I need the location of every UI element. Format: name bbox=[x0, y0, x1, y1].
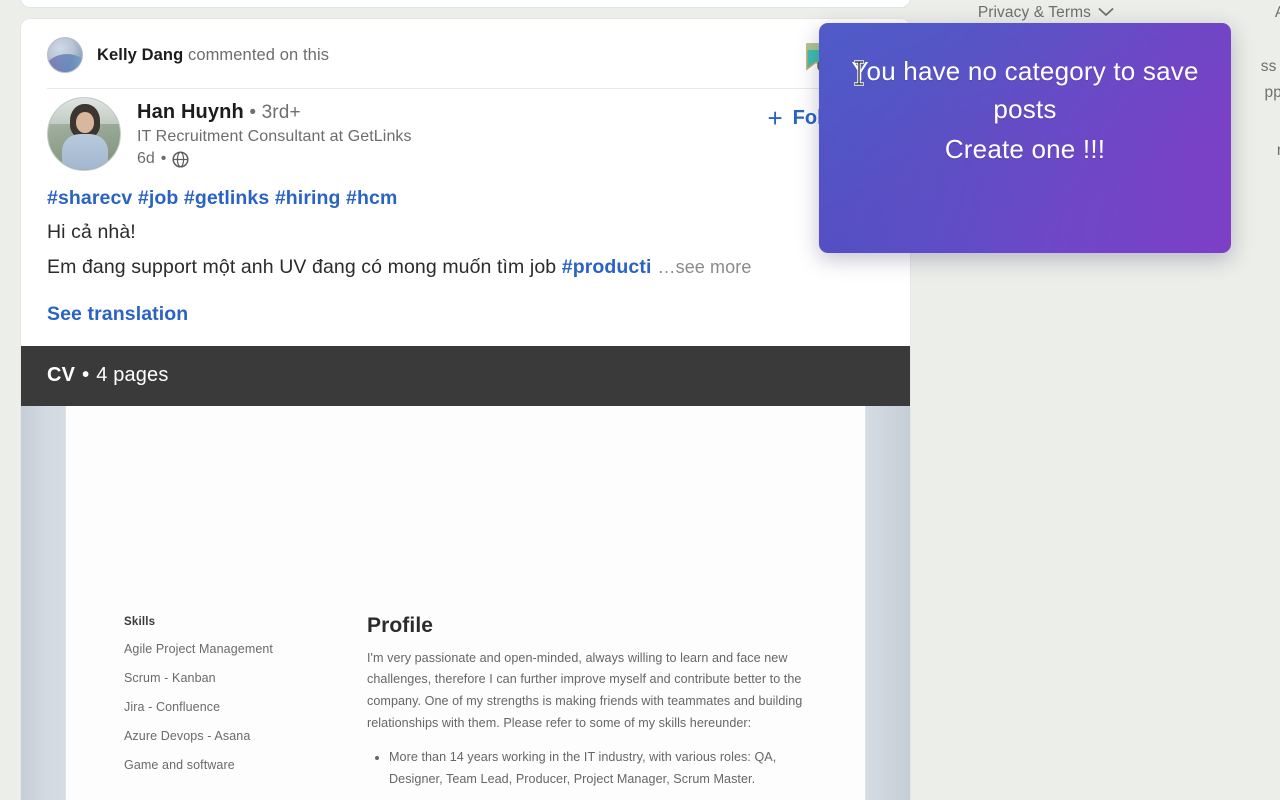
post-content: #sharecv #job #getlinks #hiring #hcm Hi … bbox=[21, 171, 910, 342]
feed-post-card: Kelly Dang commented on this Han Huynh •… bbox=[20, 18, 911, 800]
resume-profile-column: Profile I'm very passionate and open-min… bbox=[329, 614, 803, 800]
document-viewer[interactable]: Skills Agile Project Management Scrum - … bbox=[21, 405, 910, 800]
document-page: Skills Agile Project Management Scrum - … bbox=[66, 405, 865, 800]
avatar-kelly-dang[interactable] bbox=[47, 37, 83, 73]
skill-item: Agile Project Management bbox=[124, 641, 274, 656]
author-degree: • 3rd+ bbox=[243, 102, 301, 123]
text-cursor-ibeam bbox=[852, 60, 866, 86]
chevron-down-icon bbox=[1098, 4, 1114, 22]
see-translation-button[interactable]: See translation bbox=[47, 303, 188, 326]
profile-bullet: More than 14 years working in the IT ind… bbox=[389, 747, 803, 790]
tooltip-line-3: Create one !!! bbox=[944, 133, 1106, 164]
post-hashtags[interactable]: #sharecv #job #getlinks #hiring #hcm bbox=[47, 187, 884, 210]
tooltip-line-1: You have no category to save bbox=[851, 56, 1199, 86]
footer-get-app[interactable]: pp bbox=[1265, 84, 1280, 102]
skill-item: Game and software bbox=[124, 757, 235, 772]
document-header: CV • 4 pages bbox=[21, 345, 910, 406]
post-time: 6d bbox=[137, 150, 155, 167]
author-name-text: Han Huynh bbox=[137, 101, 244, 123]
skill-item: Jira - Confluence bbox=[124, 699, 221, 714]
avatar-han-huynh[interactable] bbox=[47, 97, 121, 171]
post-line-2: Hi cả nhà! bbox=[47, 221, 136, 243]
author-name[interactable]: Han Huynh • 3rd+ bbox=[137, 101, 412, 124]
footer-business-services[interactable]: ss Se bbox=[1261, 58, 1280, 76]
post-social-context: Kelly Dang commented on this bbox=[21, 19, 910, 89]
profile-heading: Profile bbox=[367, 613, 434, 637]
post-line-3: Em đang support một anh UV đang có mong … bbox=[47, 254, 884, 280]
profile-bullet-list: More than 14 years working in the IT ind… bbox=[367, 747, 803, 790]
document-page-count: 4 pages bbox=[96, 364, 169, 387]
footer-privacy-terms-label: Privacy & Terms bbox=[977, 4, 1091, 21]
post-meta: 6d • bbox=[137, 150, 412, 168]
globe-icon bbox=[172, 150, 189, 168]
tooltip-line-2: posts bbox=[993, 93, 1057, 124]
post-author-row: Han Huynh • 3rd+ IT Recruitment Consulta… bbox=[21, 89, 910, 171]
profile-paragraph: I'm very passionate and open-minded, alw… bbox=[367, 650, 803, 730]
footer-privacy-terms[interactable]: Privacy & Terms bbox=[978, 4, 1114, 22]
social-context-text: Kelly Dang commented on this bbox=[97, 46, 329, 65]
skill-item: Scrum - Kanban bbox=[124, 670, 216, 685]
post-author-info: Han Huynh • 3rd+ IT Recruitment Consulta… bbox=[137, 97, 412, 171]
skill-item: Azure Devops - Asana bbox=[124, 728, 251, 743]
no-category-tooltip[interactable]: You have no category to save posts Creat… bbox=[819, 23, 1231, 253]
plus-icon: + bbox=[767, 103, 783, 133]
footer-advertising[interactable]: Ad bbox=[1275, 4, 1280, 22]
social-context-action: commented on this bbox=[183, 45, 330, 64]
screen: Kelly Dang commented on this Han Huynh •… bbox=[0, 0, 1280, 800]
previous-feed-card bbox=[20, 0, 911, 8]
post-line-3-text: Em đang support một anh UV đang có mong … bbox=[47, 256, 562, 279]
see-more-button[interactable]: …see more bbox=[658, 257, 752, 277]
post-document: CV • 4 pages Skills Agile Project Manage… bbox=[21, 345, 910, 800]
social-context-actor[interactable]: Kelly Dang bbox=[97, 46, 183, 64]
post-inline-hashtag[interactable]: #producti bbox=[562, 256, 652, 278]
resume-skills-column: Skills Agile Project Management Scrum - … bbox=[124, 614, 329, 800]
author-headline: IT Recruitment Consultant at GetLinks bbox=[137, 128, 412, 145]
skills-heading: Skills bbox=[124, 615, 156, 628]
meta-separator: • bbox=[160, 150, 167, 167]
document-title: CV bbox=[47, 364, 76, 387]
resume-content: Skills Agile Project Management Scrum - … bbox=[66, 406, 865, 800]
document-separator: • bbox=[82, 364, 90, 387]
